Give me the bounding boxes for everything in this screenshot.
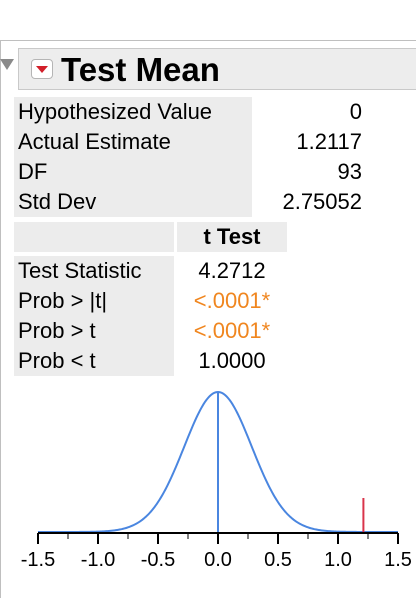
row-value: 93 [337,159,362,184]
row-label: Actual Estimate [14,127,252,157]
row-label: Prob > |t| [14,286,174,316]
row-value: <.0001* [193,288,271,313]
t-distribution-plot: -1.5 -1.0 -0.5 0.0 0.5 1.0 1.5 [21,390,412,571]
row-value: <.0001* [193,318,271,343]
x-tick-label: 1.0 [324,549,352,571]
header-spacer [14,222,174,252]
x-tick-label: 0.5 [264,549,292,571]
row-value: 1.2117 [296,129,362,154]
row-value: 0 [349,99,362,124]
x-tick-label: -0.5 [141,549,175,571]
report-header: Test Mean [18,48,416,90]
x-tick-label: -1.5 [21,549,55,571]
row-label: Hypothesized Value [14,97,252,127]
row-label: Prob > t [14,316,174,346]
table-row: Std Dev 2.75052 [14,187,374,217]
t-test-column-header: t Test [177,222,287,252]
row-label: Prob < t [14,346,174,376]
table-row: DF 93 [14,157,374,187]
row-label: Std Dev [14,187,252,217]
table-row: Actual Estimate 1.2117 [14,127,374,157]
summary-table: Hypothesized Value 0 Actual Estimate 1.2… [14,97,374,217]
report-title: Test Mean [61,51,220,88]
x-tick-label: -1.0 [81,549,115,571]
row-value: 2.75052 [282,189,362,214]
x-tick-label: 1.5 [384,549,412,571]
row-value: 1.0000 [198,348,266,373]
row-label: Test Statistic [14,256,174,286]
x-tick-label: 0.0 [204,549,232,571]
row-label: DF [14,157,252,187]
outline-collapse-icon[interactable] [0,59,14,70]
red-triangle-menu-icon[interactable] [31,59,53,79]
table-row: Hypothesized Value 0 [14,97,374,127]
row-value: 4.2712 [198,258,266,283]
